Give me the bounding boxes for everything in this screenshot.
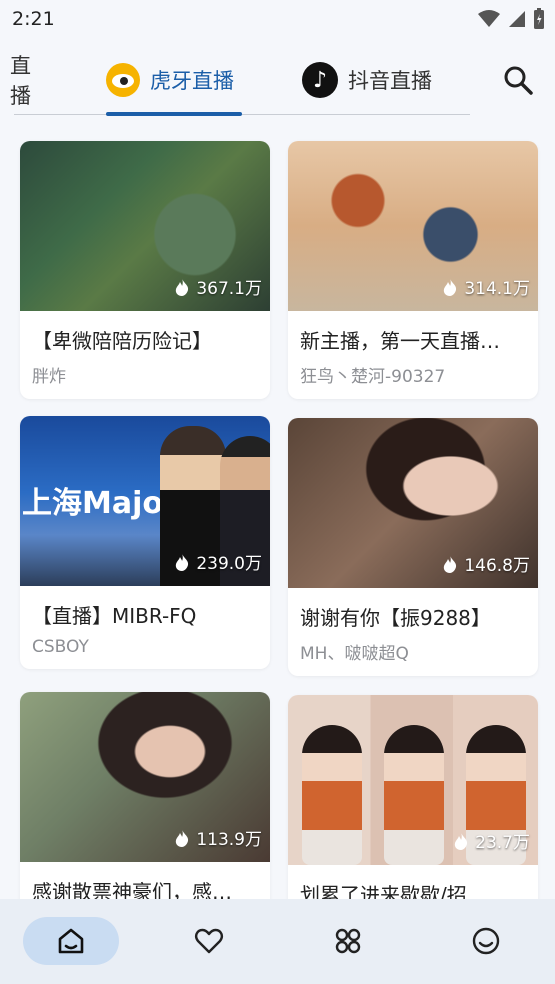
nav-favorites[interactable] <box>161 917 257 965</box>
streamer-name: MH、啵啵超Q <box>300 644 409 664</box>
tab-douyin[interactable]: ♪ 抖音直播 <box>302 52 432 108</box>
stream-card[interactable]: 146.8万 谢谢有你【振9288】 MH、啵啵超Q <box>288 418 538 676</box>
heart-icon <box>195 928 223 954</box>
flame-icon <box>176 828 189 847</box>
stream-thumbnail: 上海Major 239.0万 <box>20 416 270 586</box>
status-time: 2:21 <box>12 8 55 30</box>
stream-thumbnail: 146.8万 <box>288 418 538 588</box>
system-icons <box>477 8 545 30</box>
flame-icon <box>444 277 457 296</box>
bottom-navigation <box>0 899 555 984</box>
stream-title: 【直播】MIBR-FQ <box>32 604 197 628</box>
flame-icon <box>454 831 468 850</box>
view-count-text: 146.8万 <box>464 556 530 576</box>
stream-card[interactable]: 314.1万 新主播，第一天直播… 狂鸟丶楚河-90327 <box>288 141 538 399</box>
smile-icon <box>472 927 500 955</box>
view-count: 239.0万 <box>174 549 262 574</box>
tab-previous-platform[interactable]: 直播 <box>10 52 50 108</box>
stream-title: 谢谢有你【振9288】 <box>300 606 491 630</box>
tab-huya-label: 虎牙直播 <box>150 69 234 93</box>
nav-categories[interactable] <box>300 917 396 965</box>
tabs-divider <box>14 114 470 115</box>
thumbnail-person <box>302 725 362 865</box>
stream-title: 【卑微陪陪历险记】 <box>32 329 212 353</box>
view-count: 367.1万 <box>174 274 262 299</box>
status-bar: 2:21 <box>0 0 555 38</box>
stream-thumbnail: 367.1万 <box>20 141 270 311</box>
flame-icon <box>444 554 457 573</box>
tab-previous-label: 直播 <box>10 54 31 108</box>
thumbnail-text: 上海Major <box>22 486 178 521</box>
view-count-text: 314.1万 <box>464 279 530 299</box>
nav-home[interactable] <box>23 917 119 965</box>
view-count: 23.7万 <box>453 828 530 853</box>
platform-tabs: 直播 虎牙直播 ♪ 抖音直播 <box>0 52 555 116</box>
stream-thumbnail: 23.7万 <box>288 695 538 865</box>
view-count: 113.9万 <box>174 825 262 850</box>
wifi-icon <box>478 10 500 27</box>
view-count-text: 113.9万 <box>196 830 262 850</box>
view-count: 146.8万 <box>442 551 530 576</box>
flame-icon <box>176 277 189 296</box>
stream-card[interactable]: 367.1万 【卑微陪陪历险记】 胖炸 <box>20 141 270 399</box>
stream-thumbnail: 314.1万 <box>288 141 538 311</box>
active-tab-indicator <box>106 112 242 116</box>
view-count: 314.1万 <box>442 274 530 299</box>
douyin-logo-icon: ♪ <box>302 62 338 98</box>
stream-card[interactable]: 上海Major 239.0万 【直播】MIBR-FQ CSBOY <box>20 416 270 669</box>
tab-huya[interactable]: 虎牙直播 <box>106 52 234 108</box>
grid-icon <box>335 928 361 954</box>
thumbnail-person <box>384 725 444 865</box>
home-icon <box>58 928 84 954</box>
streamer-name: CSBOY <box>32 637 89 657</box>
view-count-text: 239.0万 <box>196 554 262 574</box>
signal-icon <box>509 11 525 27</box>
battery-icon <box>534 8 544 29</box>
stream-title: 新主播，第一天直播… <box>300 329 500 353</box>
search-icon[interactable] <box>502 64 534 96</box>
view-count-text: 23.7万 <box>475 833 530 853</box>
huya-logo-icon <box>106 63 140 97</box>
tab-douyin-label: 抖音直播 <box>348 69 432 93</box>
streamer-name: 狂鸟丶楚河-90327 <box>300 367 446 387</box>
stream-card[interactable]: 113.9万 感谢散票神豪们，感… <box>20 692 270 912</box>
nav-profile[interactable] <box>438 917 534 965</box>
stream-card[interactable]: 23.7万 划累了进来歇歇/招… <box>288 695 538 915</box>
stream-thumbnail: 113.9万 <box>20 692 270 862</box>
streamer-name: 胖炸 <box>32 367 66 387</box>
view-count-text: 367.1万 <box>196 279 262 299</box>
flame-icon <box>176 552 189 571</box>
